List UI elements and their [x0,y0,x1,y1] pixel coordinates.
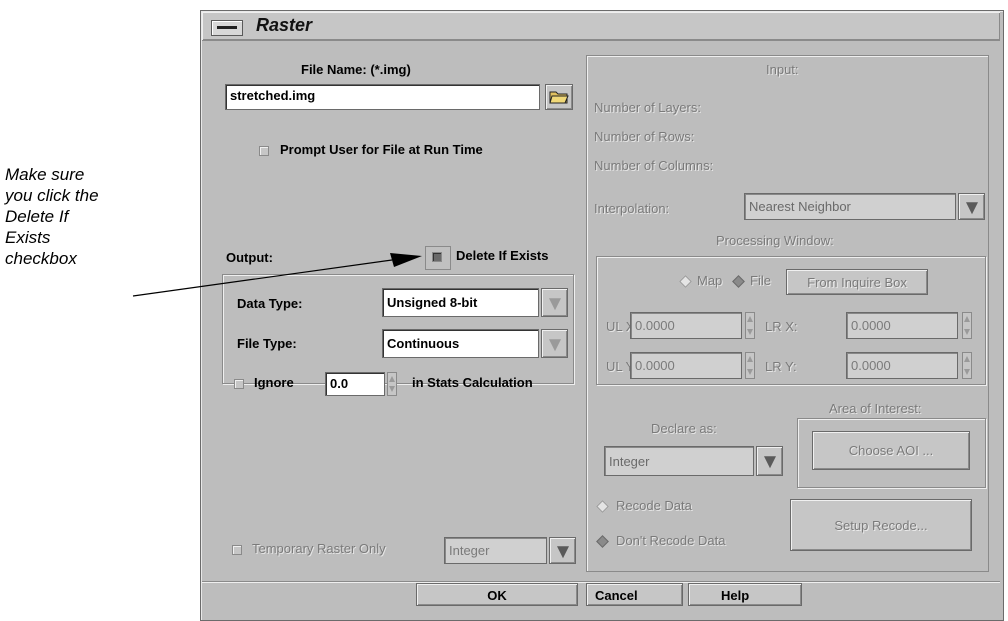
lr-y-label: LR Y: [765,359,797,374]
title-bar [202,12,1000,41]
delete-if-exists-checkbox[interactable] [432,252,442,262]
number-of-columns-label: Number of Columns: [594,158,714,173]
file-radio-label: File [750,273,771,288]
prompt-user-checkbox[interactable] [259,146,269,156]
callout-line: Make sure [5,165,85,184]
declare-as-dropdown-button[interactable] [756,446,783,476]
file-type-dropdown-button[interactable] [541,329,568,358]
chevron-down-icon [548,338,561,351]
from-inquire-box-button[interactable]: From Inquire Box [786,269,928,295]
setup-recode-button[interactable]: Setup Recode... [790,499,972,551]
file-type-select[interactable]: Continuous [382,329,539,358]
callout-line: Delete If [5,207,69,226]
interpolation-label: Interpolation: [594,201,670,216]
declare-as-label: Declare as: [651,421,717,436]
declare-as-select[interactable]: Integer [604,446,754,476]
temporary-raster-checkbox[interactable] [232,545,242,555]
window-menu-button[interactable] [211,20,243,36]
chevron-down-icon [556,545,569,558]
chevron-down-icon [763,456,776,469]
area-of-interest-label: Area of Interest: [829,401,922,416]
callout-text: Make sure you click the Delete If Exists… [5,164,185,269]
lr-y-input[interactable]: 0.0000 [846,352,958,379]
lr-x-input[interactable]: 0.0000 [846,312,958,339]
file-name-label: File Name: (*.img) [301,62,411,77]
ignore-label: Ignore [254,375,294,390]
data-type-label: Data Type: [237,296,303,311]
file-browse-button[interactable] [545,84,573,110]
chevron-down-icon [548,297,561,310]
window-title: Raster [256,15,313,35]
dont-recode-data-label: Don't Recode Data [616,533,726,548]
ul-x-stepper[interactable] [745,312,755,339]
lr-x-label: LR X: [765,319,798,334]
file-name-input[interactable]: stretched.img [225,84,540,110]
help-button[interactable]: Help [688,583,802,606]
input-header: Input: [766,62,799,77]
ignore-checkbox[interactable] [234,379,244,389]
temporary-type-select[interactable]: Integer [444,537,547,564]
ul-x-input[interactable]: 0.0000 [630,312,742,339]
interpolation-select[interactable]: Nearest Neighbor [744,193,956,220]
lr-y-stepper[interactable] [962,352,972,379]
temporary-type-dropdown-button[interactable] [549,537,576,564]
data-type-select[interactable]: Unsigned 8-bit [382,288,539,317]
output-label: Output: [226,250,273,265]
callout-line: Exists [5,228,51,247]
map-radio-label: Map [697,273,723,288]
ul-y-stepper[interactable] [745,352,755,379]
ul-y-input[interactable]: 0.0000 [630,352,742,379]
interpolation-dropdown-button[interactable] [958,193,985,220]
prompt-user-label: Prompt User for File at Run Time [280,142,483,157]
chevron-down-icon [965,201,978,214]
processing-window-label: Processing Window: [716,233,834,248]
file-type-label: File Type: [237,336,297,351]
choose-aoi-button[interactable]: Choose AOI ... [812,431,970,470]
cancel-button[interactable]: Cancel [586,583,683,606]
ignore-value-input[interactable]: 0.0 [325,372,385,396]
number-of-layers-label: Number of Layers: [594,100,701,115]
ignore-value-stepper[interactable] [387,372,397,396]
folder-icon [549,91,569,104]
recode-data-label: Recode Data [616,498,692,513]
callout-line: checkbox [5,249,77,268]
delete-if-exists-label: Delete If Exists [456,248,549,263]
temporary-raster-label: Temporary Raster Only [252,541,386,556]
data-type-dropdown-button[interactable] [541,288,568,317]
stats-calculation-label: in Stats Calculation [412,375,533,390]
ok-button[interactable]: OK [416,583,578,606]
lr-x-stepper[interactable] [962,312,972,339]
callout-line: you click the [5,186,99,205]
number-of-rows-label: Number of Rows: [594,129,695,144]
